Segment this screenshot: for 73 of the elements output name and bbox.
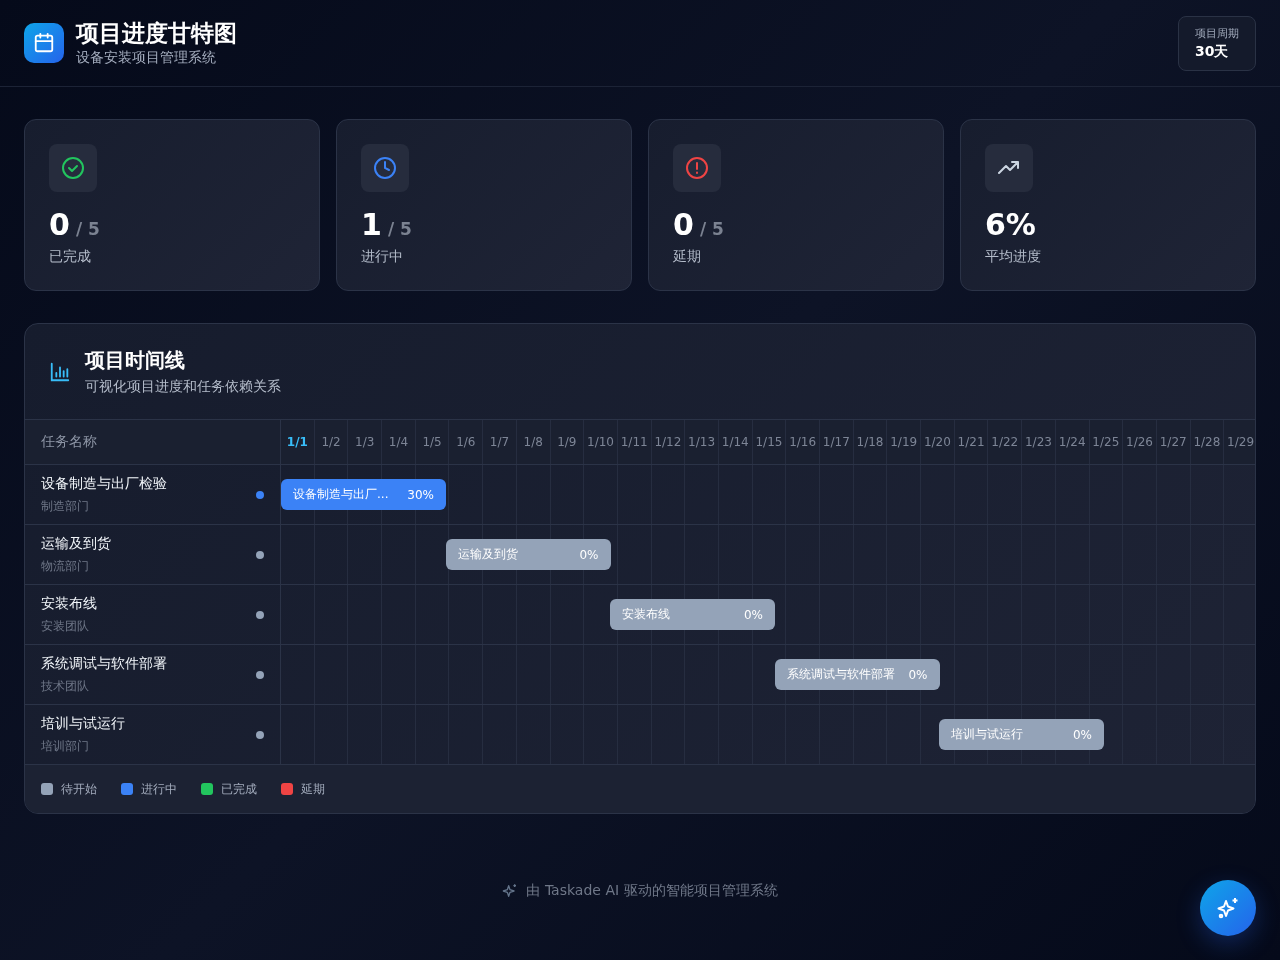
date-label: 1/24 bbox=[1058, 435, 1086, 449]
stat-label: 进行中 bbox=[361, 248, 404, 266]
stat-label: 已完成 bbox=[49, 248, 92, 266]
stat-value: 0 bbox=[673, 208, 694, 242]
date-label: 1/1 bbox=[286, 435, 308, 449]
clock-icon bbox=[361, 144, 409, 192]
date-label: 1/2 bbox=[321, 435, 341, 449]
legend-label: 已完成 bbox=[221, 780, 257, 798]
panel-subtitle: 可视化项目进度和任务依赖关系 bbox=[85, 378, 281, 396]
date-label: 1/3 bbox=[355, 435, 375, 449]
stat-label: 平均进度 bbox=[985, 248, 1042, 266]
task-name: 安装布线 bbox=[41, 594, 97, 613]
trend-up-icon bbox=[985, 144, 1033, 192]
date-label: 1/21 bbox=[957, 435, 985, 449]
date-label: 1/10 bbox=[587, 435, 614, 449]
date-label: 1/16 bbox=[789, 435, 817, 449]
stat-value: 1 bbox=[361, 208, 382, 242]
legend-label: 延期 bbox=[301, 780, 325, 798]
date-label: 1/6 bbox=[456, 435, 476, 449]
task-bar[interactable]: 培训与试运行 0% bbox=[939, 719, 1104, 750]
date-label: 1/26 bbox=[1126, 435, 1153, 449]
date-label: 1/11 bbox=[620, 435, 648, 449]
date-label: 1/25 bbox=[1092, 435, 1120, 449]
task-team: 物流部门 bbox=[41, 557, 90, 575]
task-name: 设备制造与出厂检验 bbox=[41, 474, 167, 493]
legend-label: 进行中 bbox=[141, 780, 177, 798]
column-header: 任务名称 bbox=[41, 433, 97, 451]
stat-value: 0 bbox=[49, 208, 70, 242]
task-team: 安装团队 bbox=[41, 617, 90, 635]
task-name: 系统调试与软件部署 bbox=[41, 654, 167, 673]
stat-label: 延期 bbox=[673, 248, 702, 266]
date-label: 1/19 bbox=[890, 435, 918, 449]
period-badge: 项目周期 30天 bbox=[1178, 15, 1256, 71]
date-label: 1/29 bbox=[1227, 435, 1255, 449]
date-label: 1/9 bbox=[557, 435, 577, 449]
date-label: 1/20 bbox=[923, 435, 951, 449]
task-bar[interactable]: 安装布线 0% bbox=[610, 599, 775, 630]
ai-assistant-button[interactable] bbox=[1200, 880, 1256, 936]
calendar-icon bbox=[24, 23, 64, 63]
date-label: 1/12 bbox=[654, 435, 682, 449]
sparkle-icon bbox=[1216, 896, 1240, 920]
date-label: 1/13 bbox=[688, 435, 716, 449]
date-label: 1/18 bbox=[856, 435, 884, 449]
bar-chart-icon bbox=[49, 360, 71, 383]
date-label: 1/15 bbox=[755, 435, 783, 449]
task-name: 运输及到货 bbox=[41, 534, 111, 553]
task-bar[interactable]: 运输及到货 0% bbox=[445, 539, 611, 570]
stat-total: / 5 bbox=[387, 219, 412, 239]
date-label: 1/7 bbox=[489, 435, 510, 449]
task-team: 制造部门 bbox=[41, 497, 90, 515]
task-bar[interactable]: 系统调试与软件部署 0% bbox=[774, 659, 940, 690]
date-label: 1/28 bbox=[1193, 435, 1221, 449]
date-label: 1/14 bbox=[721, 435, 749, 449]
page-title: 项目进度甘特图 bbox=[76, 19, 237, 47]
date-label: 1/23 bbox=[1025, 435, 1052, 449]
date-label: 1/27 bbox=[1159, 435, 1187, 449]
stat-total: / 5 bbox=[699, 219, 724, 239]
sparkle-icon bbox=[502, 883, 519, 899]
date-label: 1/22 bbox=[991, 435, 1019, 449]
date-label: 1/5 bbox=[422, 435, 442, 449]
panel-title: 项目时间线 bbox=[85, 347, 186, 374]
task-bar[interactable]: 设备制造与出厂... 30% bbox=[281, 479, 446, 510]
task-name: 培训与试运行 bbox=[41, 714, 125, 733]
footer-text: 由 Taskade AI 驱动的智能项目管理系统 bbox=[526, 882, 778, 900]
task-team: 技术团队 bbox=[41, 677, 90, 695]
stat-total: / 5 bbox=[75, 219, 100, 239]
date-label: 1/4 bbox=[388, 435, 409, 449]
page-subtitle: 设备安装项目管理系统 bbox=[76, 49, 217, 67]
legend-label: 待开始 bbox=[61, 780, 97, 798]
task-team: 培训部门 bbox=[41, 737, 90, 755]
date-label: 1/8 bbox=[523, 435, 543, 449]
date-label: 1/17 bbox=[822, 435, 850, 449]
stat-value: 6% bbox=[985, 208, 1036, 242]
